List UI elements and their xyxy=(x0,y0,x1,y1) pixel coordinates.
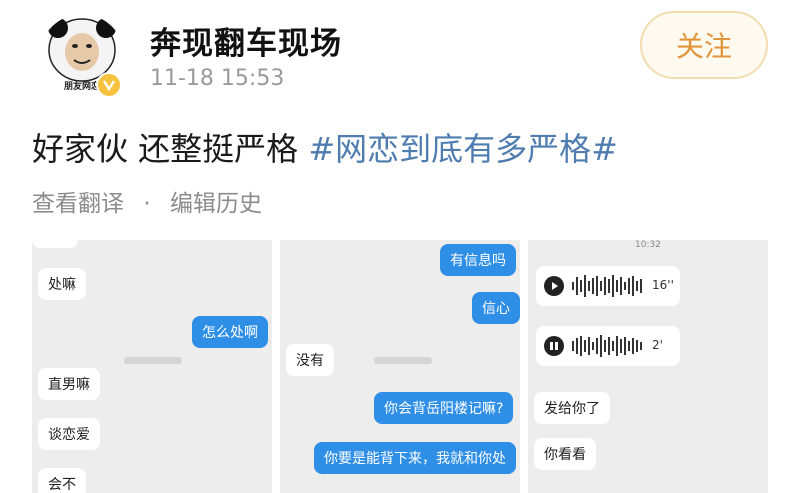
chat-bubble: 你看看 xyxy=(534,438,596,470)
voice-message[interactable]: 16'' xyxy=(536,266,680,306)
username[interactable]: 奔现翻车现场 xyxy=(150,18,342,63)
chat-bubble: 直男嘛 xyxy=(38,368,100,400)
chat-bubble: 处嘛 xyxy=(38,268,86,300)
chat-bubble: 会不 xyxy=(38,468,86,493)
chat-bubble: 谈恋爱 xyxy=(38,418,100,450)
pause-icon[interactable] xyxy=(544,336,564,356)
translate-link[interactable]: 查看翻译 xyxy=(32,191,124,217)
chat-bubble: 发给你了 xyxy=(534,392,610,424)
watermark xyxy=(124,357,182,364)
voice-duration: 16'' xyxy=(652,278,674,292)
watermark xyxy=(374,357,432,364)
separator: · xyxy=(143,191,151,217)
post-image-1[interactable]: 处嘛 怎么处啊 直男嘛 谈恋爱 会不 xyxy=(32,240,272,493)
chat-bubble-fragment xyxy=(32,240,78,248)
edit-history-link[interactable]: 编辑历史 xyxy=(170,191,262,217)
verified-badge-icon xyxy=(96,72,122,98)
chat-bubble: 你会背岳阳楼记嘛? xyxy=(374,392,514,424)
chat-bubble: 没有 xyxy=(286,344,334,376)
chat-bubble: 你要是能背下来，我就和你处 xyxy=(314,442,516,474)
waveform-icon xyxy=(572,335,642,357)
post-body: 好家伙 还整挺严格 xyxy=(32,130,299,168)
play-icon[interactable] xyxy=(544,276,564,296)
post-timestamp: 11-18 15:53 xyxy=(150,66,285,91)
chat-bubble: 有信息吗 xyxy=(440,244,516,276)
post-actions: 查看翻译 · 编辑历史 xyxy=(32,184,262,218)
hashtag-link[interactable]: #网恋到底有多严格# xyxy=(308,130,618,168)
post-image-2[interactable]: 有信息吗 信心 没有 你会背岳阳楼记嘛? 你要是能背下来，我就和你处 xyxy=(280,240,520,493)
status-time: 10:32 xyxy=(635,240,661,250)
follow-button[interactable]: 关注 xyxy=(640,11,768,79)
voice-duration: 2' xyxy=(652,338,663,352)
post-text: 好家伙 还整挺严格 #网恋到底有多严格# xyxy=(32,124,618,170)
chat-bubble: 信心 xyxy=(472,292,520,324)
chat-bubble: 怎么处啊 xyxy=(192,316,268,348)
post-image-3[interactable]: 10:32 16'' 2' 发给你了 你看看 xyxy=(528,240,768,493)
waveform-icon xyxy=(572,275,642,297)
voice-message[interactable]: 2' xyxy=(536,326,680,366)
